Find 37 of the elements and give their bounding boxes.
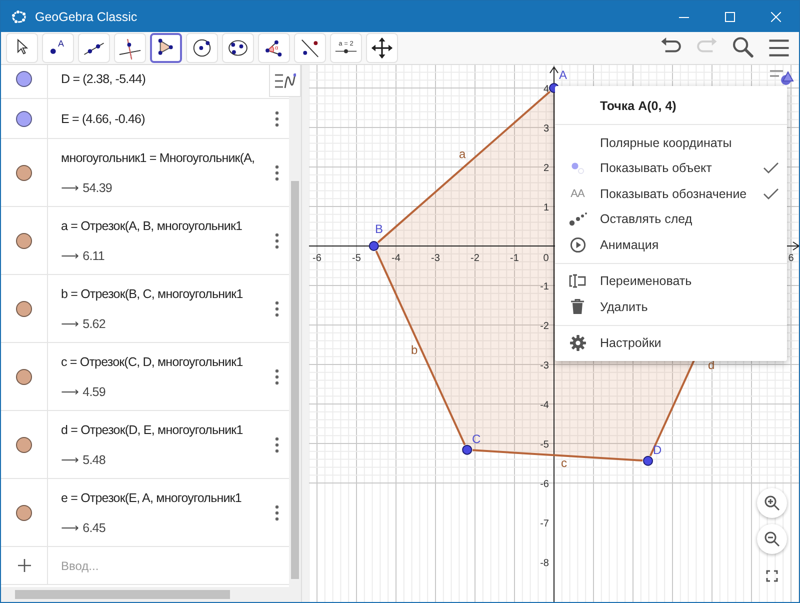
point-label: C bbox=[472, 432, 481, 446]
tick-label: -1 bbox=[540, 282, 549, 292]
tick-label: -4 bbox=[540, 400, 549, 411]
segment-label: c bbox=[561, 456, 567, 470]
tick-label: -1 bbox=[510, 253, 519, 264]
tick-label: -3 bbox=[431, 253, 440, 264]
point-label: D bbox=[653, 443, 662, 457]
tick-label: -4 bbox=[392, 253, 400, 264]
tick-label: -2 bbox=[470, 253, 480, 264]
point-label: B bbox=[375, 222, 384, 236]
segment-label: d bbox=[708, 358, 715, 372]
tick-label: -2 bbox=[540, 321, 549, 332]
menu-title: Точка A(0, 4) bbox=[599, 98, 678, 115]
tick-label: -6 bbox=[312, 253, 322, 264]
tick-label: 0 bbox=[543, 253, 549, 264]
tick-label: -7 bbox=[540, 518, 549, 530]
tick-label: 3 bbox=[543, 124, 549, 134]
value-text: ⟶ 6.11 bbox=[61, 248, 106, 262]
tick-label: 6 bbox=[788, 253, 794, 264]
value-text: ⟶ 6.45 bbox=[61, 520, 106, 534]
tick-label: -3 bbox=[540, 360, 549, 372]
tick-label: -6 bbox=[540, 479, 549, 490]
tick-label: -5 bbox=[352, 253, 361, 264]
tick-label: 1 bbox=[543, 202, 549, 214]
segment-label: a bbox=[459, 147, 466, 161]
window-title: GeoGebra Classic bbox=[35, 10, 138, 24]
value-text: ⟶ 4.59 bbox=[61, 384, 106, 398]
value-text: ⟶ 5.62 bbox=[61, 316, 106, 330]
tick-label: 2 bbox=[543, 163, 549, 174]
tick-label: 4 bbox=[543, 84, 549, 95]
segment-label: b bbox=[411, 343, 418, 357]
tick-label: -8 bbox=[540, 558, 549, 569]
tick-label: -5 bbox=[540, 440, 549, 450]
value-text: ⟶ 5.48 bbox=[61, 452, 106, 466]
point-label: A bbox=[559, 68, 568, 82]
letters-icon: AA bbox=[570, 188, 584, 200]
value-text: ⟶ 54.39 bbox=[61, 180, 113, 194]
